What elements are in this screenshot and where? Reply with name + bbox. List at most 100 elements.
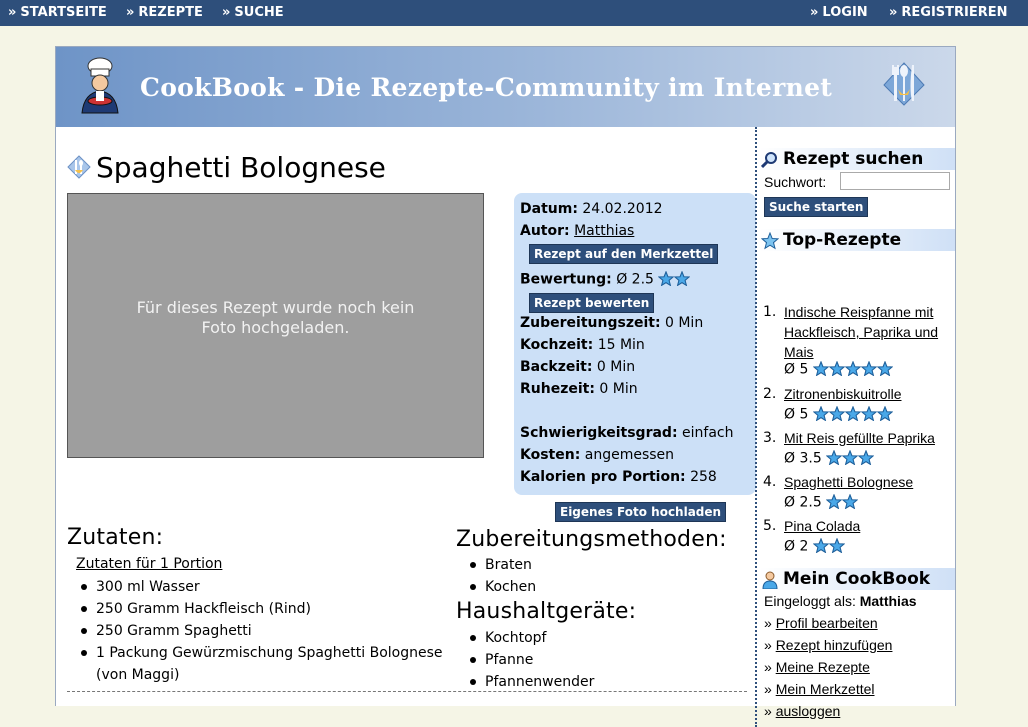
rank-number: 5. — [763, 518, 777, 534]
rate-recipe-button[interactable]: Rezept bewerten — [529, 293, 655, 313]
edit-profile-link[interactable]: Profil bearbeiten — [776, 615, 878, 631]
top-recipe-rating: Ø 2.5 — [784, 493, 859, 511]
nav-registrieren[interactable]: » REGISTRIEREN — [889, 5, 1008, 20]
list-item: Kochtopf — [465, 627, 594, 649]
upload-photo-button[interactable]: Eigenes Foto hochladen — [555, 502, 727, 522]
cutlery-icon — [883, 62, 925, 106]
rating-stars — [825, 449, 875, 467]
methods-heading: Zubereitungsmethoden: — [456, 527, 727, 552]
top-recipe-link-2[interactable]: Zitronenbiskuitrolle — [784, 384, 960, 404]
rank-number: 1. — [763, 304, 777, 320]
search-label: Suchwort: — [764, 174, 827, 190]
rating-stars — [812, 360, 894, 378]
difficulty: einfach — [682, 425, 734, 441]
search-button[interactable]: Suche starten — [764, 197, 869, 217]
star-icon — [876, 360, 894, 377]
rating-stars — [812, 537, 846, 555]
list-item: 250 Gramm Spaghetti — [76, 620, 443, 642]
my-bookmarks-link[interactable]: Mein Merkzettel — [776, 681, 875, 697]
magnifier-icon — [761, 152, 777, 169]
top-recipe-link-4[interactable]: Spaghetti Bolognese — [784, 472, 960, 492]
recipe-info-box: Datum: 24.02.2012 Autor: Matthias Rezept… — [514, 193, 756, 495]
appliances-heading: Haushaltgeräte: — [456, 599, 637, 624]
search-section-heading: Rezept suchen — [759, 148, 955, 170]
user-icon — [762, 571, 778, 589]
star-icon — [828, 537, 846, 554]
list-item: Pfannenwender — [465, 671, 594, 693]
star-icon — [844, 360, 862, 377]
star-icon — [876, 405, 894, 422]
top-recipe-rating: Ø 5 — [784, 405, 894, 423]
cost: angemessen — [584, 447, 675, 463]
list-item: 250 Gramm Hackfleisch (Rind) — [76, 598, 443, 620]
nav-suche[interactable]: » SUCHE — [222, 5, 284, 20]
calories: 258 — [690, 469, 717, 485]
rank-number: 3. — [763, 430, 777, 446]
top-recipe-link-3[interactable]: Mit Reis gefüllte Paprika — [784, 428, 960, 448]
page-container: CookBook - Die Rezepte-Community im Inte… — [55, 46, 956, 727]
star-icon — [828, 405, 846, 422]
rating-stars — [812, 405, 894, 423]
list-item: Braten — [465, 554, 536, 576]
chef-logo-icon[interactable] — [76, 57, 124, 115]
rank-number: 4. — [763, 474, 777, 490]
recipe-date: 24.02.2012 — [582, 201, 663, 217]
ingredients-heading: Zutaten: — [67, 525, 164, 550]
top-navigation: » STARTSEITE » REZEPTE » SUCHE » LOGIN » REGI… — [0, 0, 1028, 26]
star-icon — [825, 449, 843, 466]
list-item: Kochen — [465, 576, 536, 598]
rating-stars — [825, 493, 859, 511]
portion-link[interactable]: Zutaten für 1 Portion — [76, 556, 222, 572]
top-recipe-rating: Ø 5 — [784, 360, 894, 378]
list-item: 1 Packung Gewürzmischung Spaghetti Bolog… — [76, 642, 443, 686]
list-item: 300 ml Wasser — [76, 576, 443, 598]
bookmark-button[interactable]: Rezept auf den Merkzettel — [529, 244, 719, 264]
sidebar-divider — [755, 127, 757, 727]
star-icon — [657, 270, 675, 287]
star-icon — [844, 405, 862, 422]
search-input[interactable] — [840, 172, 950, 190]
content-divider — [67, 691, 747, 692]
star-icon — [761, 232, 779, 250]
ingredients-list: 300 ml Wasser 250 Gramm Hackfleisch (Rin… — [76, 576, 443, 686]
rank-number: 2. — [763, 386, 777, 402]
prep-time: 0 Min — [665, 315, 704, 331]
star-icon — [812, 405, 830, 422]
recipe-photo-placeholder: Für dieses Rezept wurde noch kein Foto h… — [67, 193, 484, 458]
top-recipe-link-5[interactable]: Pina Colada — [784, 516, 960, 536]
my-recipes-link[interactable]: Meine Rezepte — [776, 659, 870, 675]
star-icon — [857, 449, 875, 466]
nav-rezepte[interactable]: » REZEPTE — [126, 5, 203, 20]
star-icon — [812, 360, 830, 377]
site-title: CookBook - Die Rezepte-Community im Inte… — [140, 73, 833, 102]
top-recipe-link-1[interactable]: Indische Reispfanne mit Hackfleisch, Pap… — [784, 302, 960, 362]
nav-login[interactable]: » LOGIN — [810, 5, 868, 20]
recipe-title: Spaghetti Bolognese — [96, 151, 386, 184]
star-icon — [812, 537, 830, 554]
author-link[interactable]: Matthias — [574, 223, 634, 239]
top-recipes-heading: Top-Rezepte — [759, 229, 955, 251]
bake-time: 0 Min — [596, 359, 636, 375]
add-recipe-link[interactable]: Rezept hinzufügen — [776, 637, 893, 653]
star-icon — [860, 360, 878, 377]
star-icon — [828, 360, 846, 377]
no-photo-message: Für dieses Rezept wurde noch kein Foto h… — [136, 298, 415, 337]
methods-list: Braten Kochen — [465, 554, 536, 598]
star-icon — [841, 449, 859, 466]
rest-time: 0 Min — [599, 381, 638, 397]
cook-time: 15 Min — [597, 337, 645, 353]
appliances-list: Kochtopf Pfanne Pfannenwender — [465, 627, 594, 693]
star-icon — [673, 270, 691, 287]
top-recipe-rating: Ø 3.5 — [784, 449, 875, 467]
login-status: Eingeloggt als: Matthias — [764, 593, 917, 609]
mycookbook-heading: Mein CookBook — [759, 568, 955, 590]
star-icon — [841, 493, 859, 510]
nav-startseite[interactable]: » STARTSEITE — [8, 5, 107, 20]
star-icon — [860, 405, 878, 422]
logout-link[interactable]: ausloggen — [776, 703, 841, 719]
recipe-title-icon — [67, 155, 91, 179]
star-icon — [825, 493, 843, 510]
list-item: Pfanne — [465, 649, 594, 671]
top-recipe-rating: Ø 2 — [784, 537, 846, 555]
rating-stars — [657, 270, 691, 288]
